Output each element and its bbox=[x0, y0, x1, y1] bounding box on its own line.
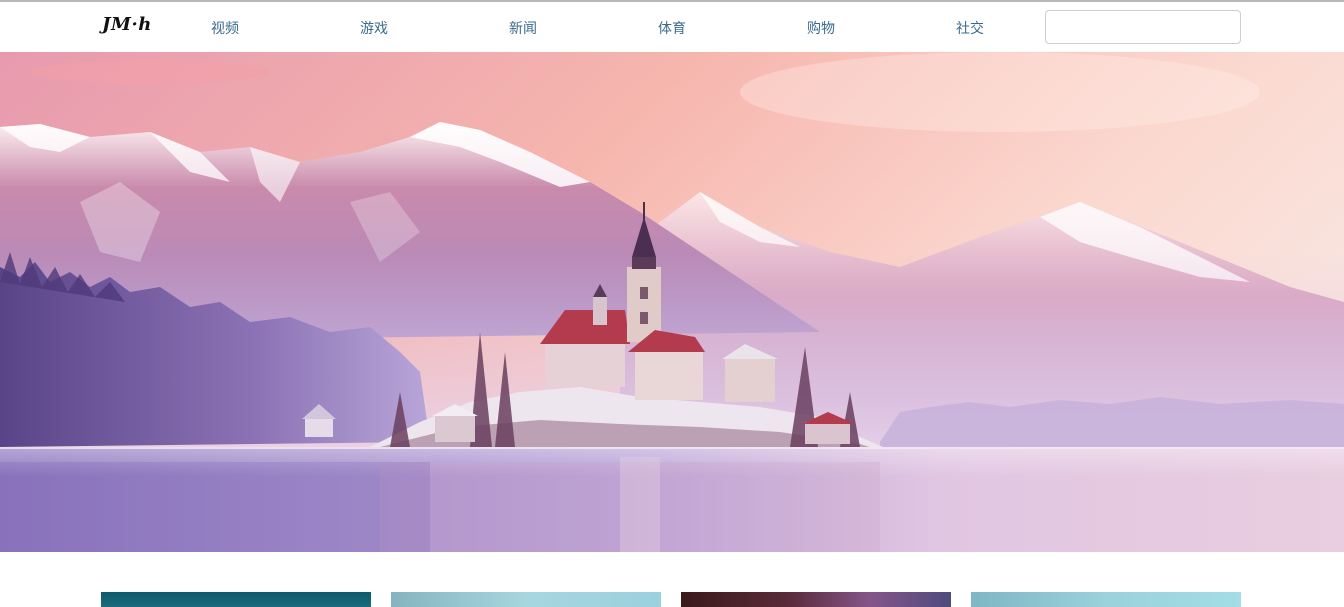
thumbnail-card-3[interactable] bbox=[681, 592, 951, 607]
search-input[interactable] bbox=[1045, 10, 1241, 44]
brand-logo[interactable]: JM·h bbox=[102, 14, 152, 35]
hero-banner bbox=[0, 52, 1344, 552]
nav-item-sports[interactable]: 体育 bbox=[658, 18, 686, 38]
nav-item-games[interactable]: 游戏 bbox=[360, 18, 388, 38]
navbar: JM·h 视频 游戏 新闻 体育 购物 社交 bbox=[0, 2, 1344, 52]
thumbnail-card-4[interactable] bbox=[971, 592, 1241, 607]
thumbnail-card-2[interactable] bbox=[391, 592, 661, 607]
nav-item-shopping[interactable]: 购物 bbox=[807, 18, 835, 38]
thumbnail-card-1[interactable] bbox=[101, 592, 371, 607]
nav-item-social[interactable]: 社交 bbox=[956, 18, 984, 38]
hero-image bbox=[0, 52, 1344, 552]
nav-item-video[interactable]: 视频 bbox=[211, 18, 239, 38]
nav-item-news[interactable]: 新闻 bbox=[509, 18, 537, 38]
